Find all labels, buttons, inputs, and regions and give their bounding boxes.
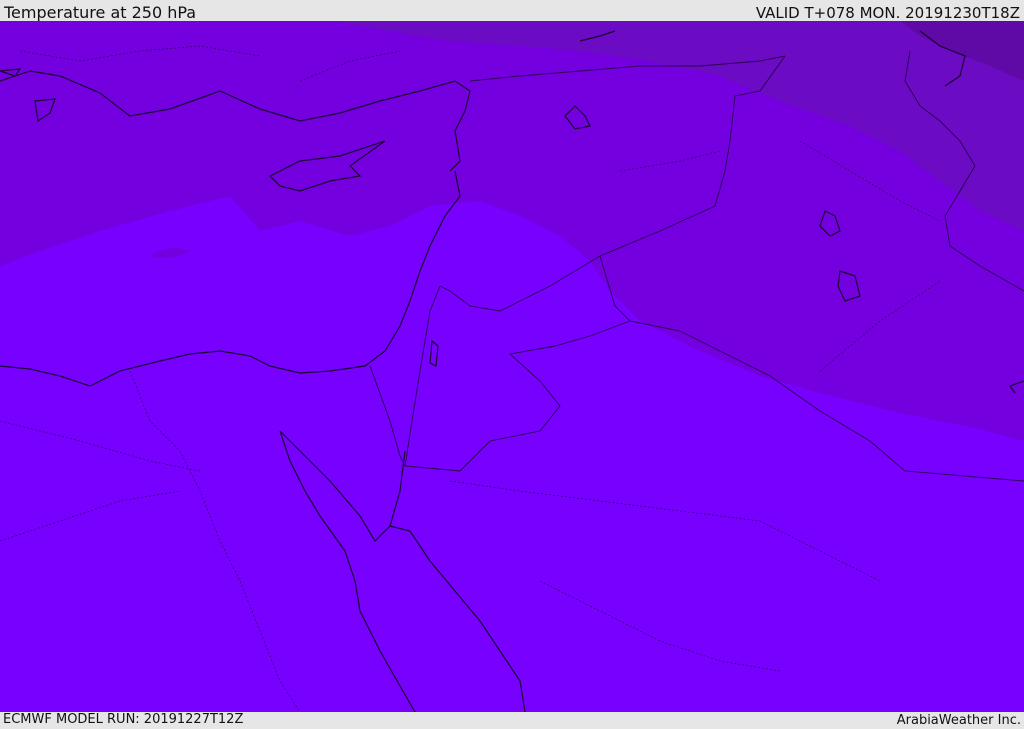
map-footer: ECMWF MODEL RUN: 20191227T12Z ArabiaWeat… xyxy=(0,712,1024,729)
credit: ArabiaWeather Inc. xyxy=(896,713,1021,728)
valid-time: VALID T+078 MON. 20191230T18Z xyxy=(755,4,1020,22)
map-canvas xyxy=(0,21,1024,712)
map-title: Temperature at 250 hPa xyxy=(4,3,197,22)
temperature-map xyxy=(0,21,1024,712)
map-header: Temperature at 250 hPa VALID T+078 MON. … xyxy=(0,0,1024,22)
model-run: ECMWF MODEL RUN: 20191227T12Z xyxy=(3,712,244,727)
